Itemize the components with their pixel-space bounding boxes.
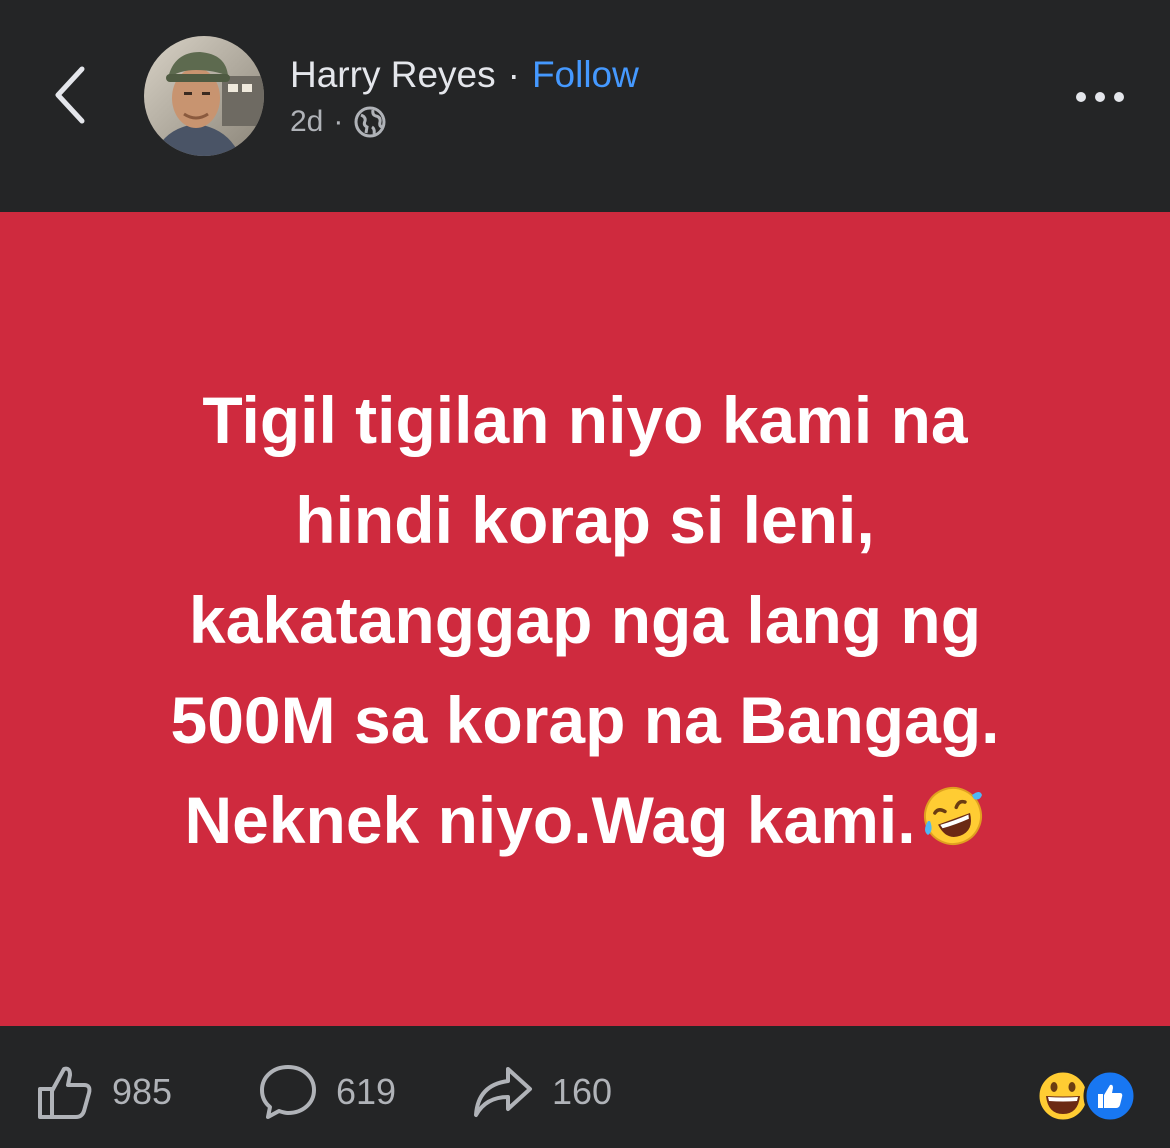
like-reaction-icon (1083, 1069, 1137, 1123)
reactions-summary[interactable] (1034, 1066, 1140, 1126)
avatar[interactable] (144, 36, 264, 156)
post-meta: 2d · (290, 100, 387, 144)
back-button[interactable] (40, 60, 100, 130)
more-options-button[interactable] (1060, 72, 1140, 122)
post-text: Tigil tigilan niyo kami na hindi korap s… (85, 370, 1085, 876)
share-count: 160 (552, 1071, 613, 1112)
rolling-on-floor-laughing-emoji (920, 776, 986, 876)
post-viewer: Harry Reyes · Follow 2d · Tigil tigilan … (0, 0, 1170, 1148)
post-header: Harry Reyes · Follow 2d · (0, 0, 1170, 212)
like-button[interactable]: 985 (36, 1062, 172, 1122)
author-row: Harry Reyes · Follow (290, 50, 639, 100)
comment-bubble-icon (260, 1065, 316, 1119)
chevron-left-icon (55, 66, 85, 124)
comment-button[interactable]: 619 (258, 1062, 396, 1122)
more-dot (1114, 92, 1124, 102)
like-count: 985 (112, 1071, 173, 1112)
post-line-last: Neknek niyo.Wag kami. (85, 770, 1085, 876)
name-separator: · (507, 54, 520, 95)
follow-button[interactable]: Follow (532, 54, 639, 96)
comment-count: 619 (336, 1071, 397, 1112)
share-arrow-icon (474, 1067, 532, 1117)
globe-icon (353, 105, 387, 139)
post-line: Tigil tigilan niyo kami na (202, 383, 968, 457)
meta-separator: · (333, 105, 344, 138)
post-actions-bar: 985 619 160 (0, 1026, 1170, 1148)
thumbs-up-icon (38, 1066, 92, 1119)
post-line: hindi korap si leni, (295, 483, 875, 557)
more-dot (1076, 92, 1086, 102)
post-line: Neknek niyo.Wag kami. (184, 783, 916, 857)
post-timestamp[interactable]: 2d (290, 105, 323, 139)
share-button[interactable]: 160 (472, 1062, 612, 1122)
post-line: 500M sa korap na Bangag. (170, 683, 1000, 757)
author-name[interactable]: Harry Reyes (290, 54, 496, 96)
post-body: Tigil tigilan niyo kami na hindi korap s… (0, 212, 1170, 1026)
more-dot (1095, 92, 1105, 102)
grinning-emoji (1036, 1069, 1090, 1123)
post-line: kakatanggap nga lang ng (188, 583, 982, 657)
